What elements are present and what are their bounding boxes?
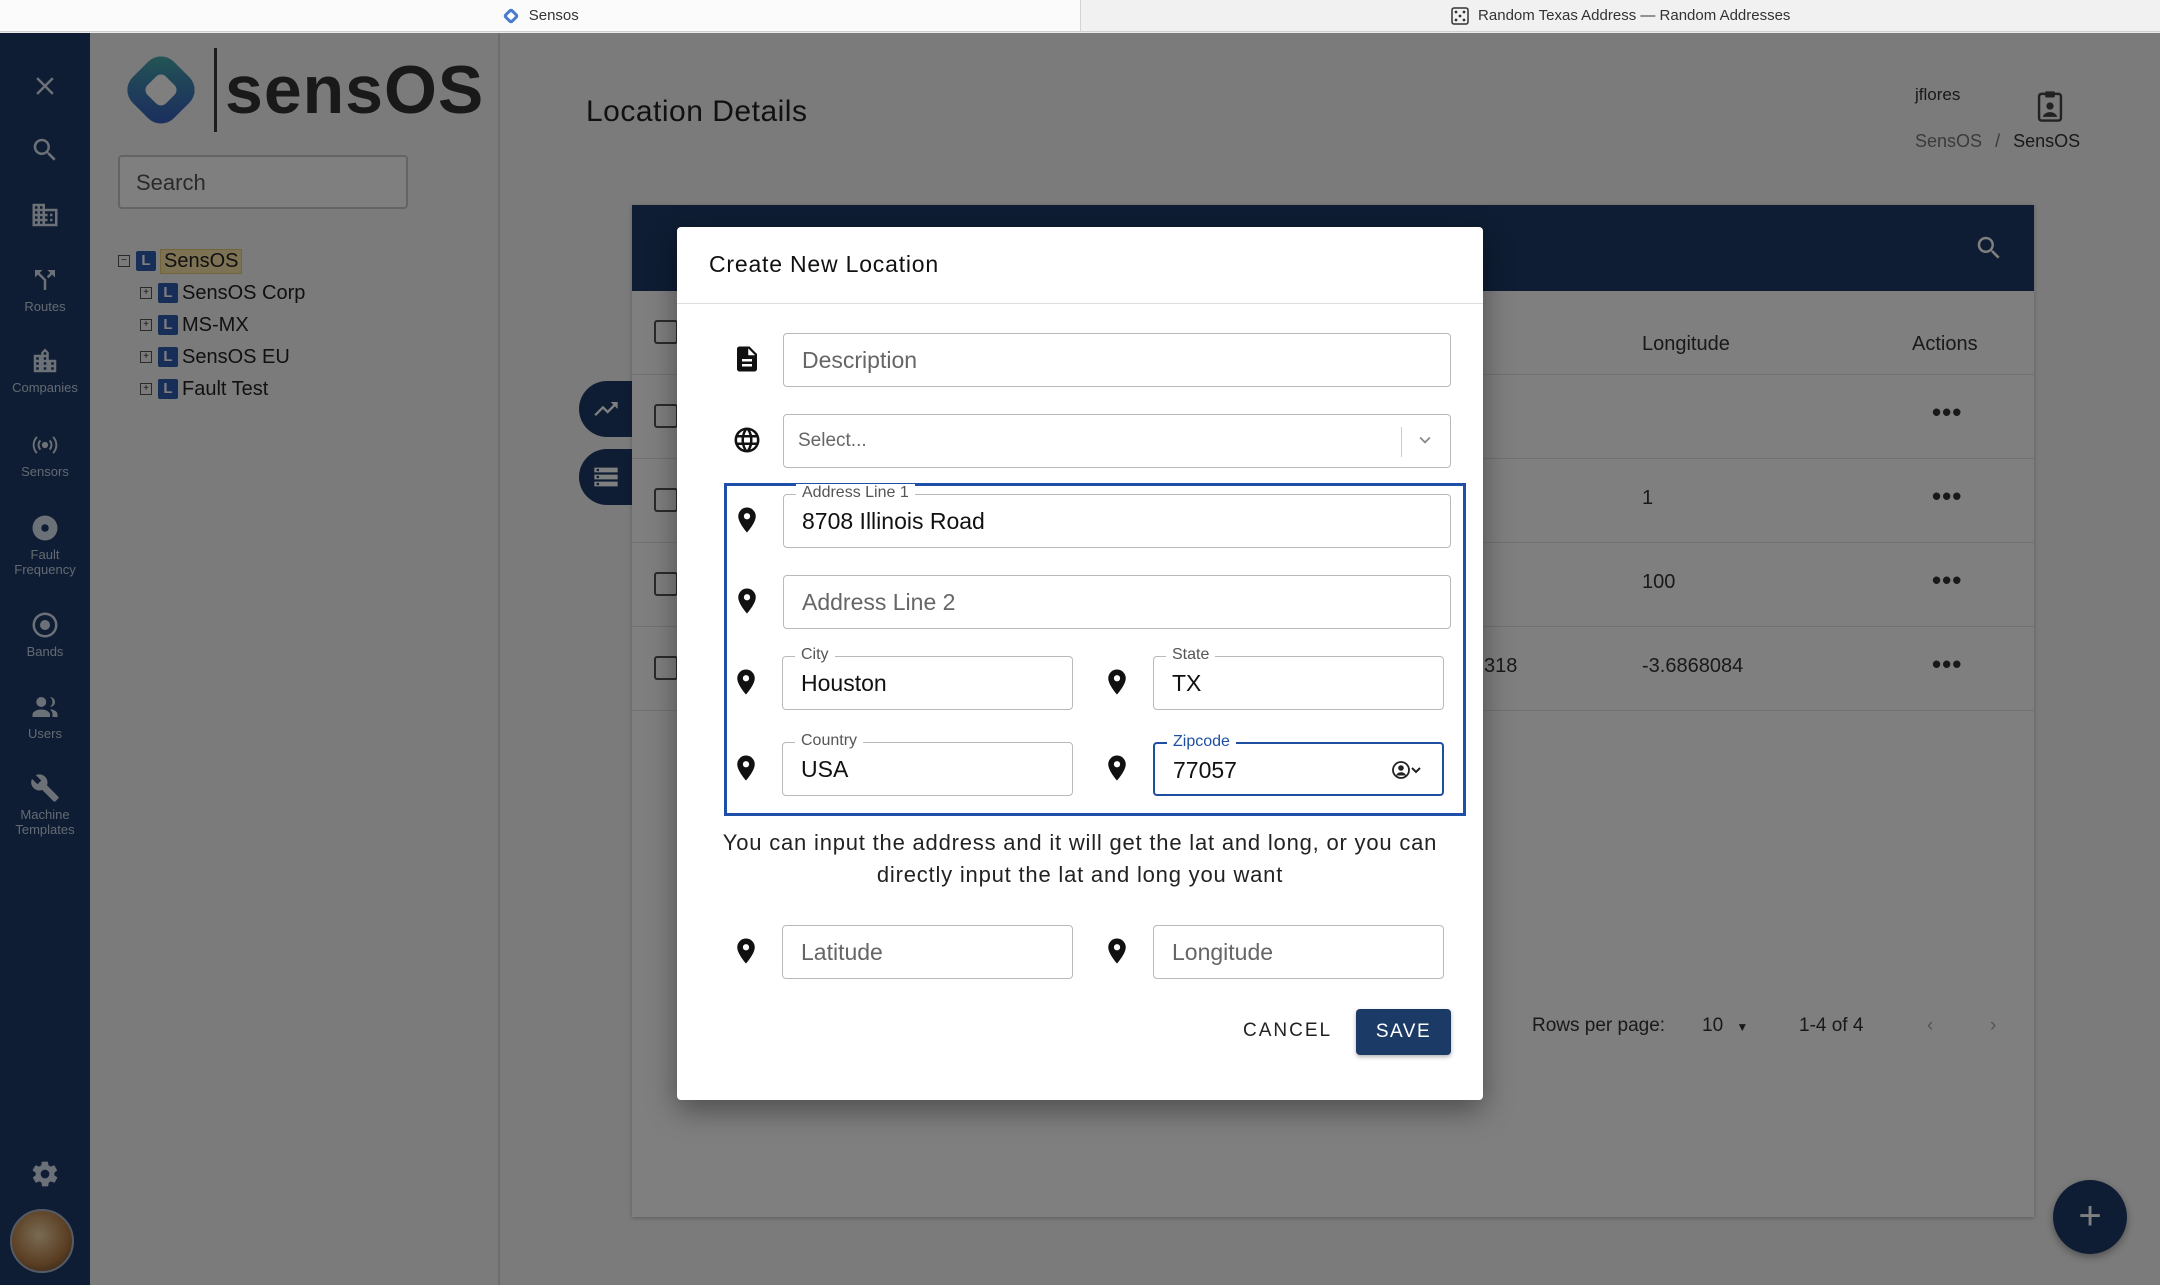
browser-tab-title: Random Texas Address — Random Addresses [1478, 7, 1791, 24]
country-field[interactable]: Country USA [782, 732, 1073, 796]
globe-icon [732, 425, 762, 455]
save-button[interactable]: SAVE [1356, 1009, 1451, 1055]
autofill-contact-icon[interactable] [1390, 758, 1424, 782]
chevron-down-icon [1419, 436, 1431, 444]
dialog-divider [677, 303, 1483, 304]
map-pin-icon [731, 667, 761, 697]
timezone-select[interactable]: Select... [783, 414, 1451, 468]
address-line-2-field[interactable]: Address Line 2 [783, 575, 1451, 629]
dialog-title: Create New Location [709, 251, 939, 277]
description-field[interactable]: Description [783, 333, 1451, 387]
map-pin-icon [1102, 936, 1132, 966]
cancel-button[interactable]: CANCEL [1233, 1012, 1342, 1050]
browser-tab-sensos[interactable]: Sensos [0, 0, 1081, 31]
browser-tab-bar: Sensos Random Texas Address — Random Add… [0, 0, 2160, 32]
sensos-favicon-icon [503, 8, 518, 23]
map-pin-icon [731, 753, 761, 783]
map-pin-icon [731, 936, 761, 966]
state-field[interactable]: State TX [1153, 646, 1444, 710]
map-pin-icon [732, 586, 762, 616]
map-pin-icon [1102, 753, 1132, 783]
address-helper-text: You can input the address and it will ge… [722, 830, 1438, 887]
dice-favicon-icon [1451, 6, 1469, 25]
address-line-1-field[interactable]: Address Line 1 8708 Illinois Road [783, 484, 1451, 548]
create-location-dialog: Create New Location Description Select..… [677, 227, 1483, 1100]
city-field[interactable]: City Houston [782, 646, 1073, 710]
document-icon [732, 344, 762, 374]
browser-tab-title: Sensos [528, 7, 579, 24]
browser-tab-random-address[interactable]: Random Texas Address — Random Addresses [1081, 0, 2160, 31]
zipcode-field[interactable]: Zipcode 77057 [1153, 733, 1444, 796]
longitude-field[interactable]: Longitude [1153, 925, 1444, 979]
map-pin-icon [1102, 667, 1132, 697]
select-divider [1401, 427, 1402, 457]
map-pin-icon [732, 505, 762, 535]
latitude-field[interactable]: Latitude [782, 925, 1073, 979]
